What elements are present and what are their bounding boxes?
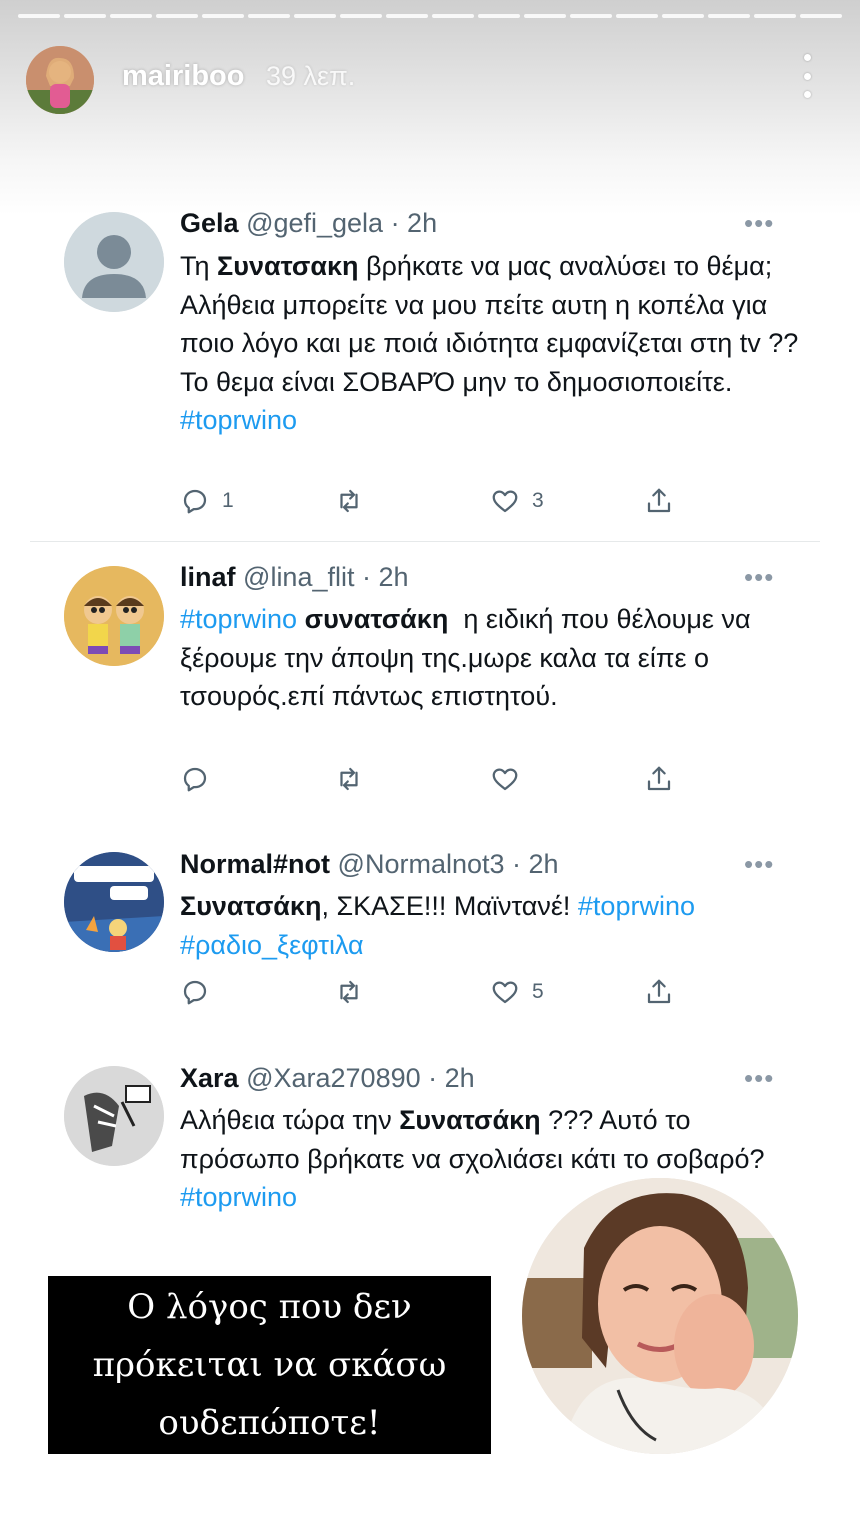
tweet-actions: 1 3 (180, 486, 700, 520)
retweet-button[interactable] (334, 486, 376, 516)
hashtag-link[interactable]: #toprwino (578, 891, 695, 921)
reply-icon (183, 489, 207, 514)
tweet-actions: 5 (180, 977, 700, 1011)
share-icon (647, 979, 671, 1004)
hashtag-link[interactable]: #ραδιο_ξεφτιλα (180, 930, 364, 960)
like-button[interactable]: 3 (490, 486, 544, 516)
more-icon[interactable]: ••• (744, 208, 774, 239)
progress-segment (754, 14, 796, 18)
more-icon[interactable]: ••• (744, 849, 774, 880)
progress-segment (294, 14, 336, 18)
reply-button[interactable]: 1 (180, 486, 234, 516)
retweet-icon (340, 980, 358, 1004)
progress-segment (616, 14, 658, 18)
story-username[interactable]: mairiboo (122, 60, 244, 93)
reply-button[interactable] (180, 977, 222, 1007)
retweet-button[interactable] (334, 764, 376, 794)
author-handle[interactable]: @Normalnot3 · 2h (338, 849, 559, 879)
bold-text: Συνατσάκη (399, 1105, 541, 1135)
reply-icon (183, 767, 207, 792)
progress-segment (18, 14, 60, 18)
retweet-icon (340, 767, 358, 791)
like-icon (492, 768, 518, 791)
tweet-text: Τη Συνατσακη βρήκατε να μας αναλύσει το … (180, 247, 800, 440)
progress-segment (340, 14, 382, 18)
bold-text: Συνατσάκη (180, 891, 322, 921)
tweet-header: linaf @lina_flit · 2h (180, 562, 409, 593)
caption-line: Ο λόγος που δεν (127, 1287, 412, 1327)
sketch-avatar[interactable] (64, 1066, 164, 1166)
progress-segment (156, 14, 198, 18)
share-button[interactable] (644, 764, 674, 794)
progress-segment (110, 14, 152, 18)
progress-segment (202, 14, 244, 18)
progress-segment (386, 14, 428, 18)
author-name[interactable]: Xara (180, 1063, 239, 1093)
story-caption: Ο λόγος που δεν πρόκειται να σκάσω ουδεπ… (48, 1276, 491, 1454)
retweet-button[interactable] (334, 977, 376, 1007)
progress-segment (432, 14, 474, 18)
share-icon (647, 766, 671, 791)
text-segment: Τη (180, 251, 218, 281)
progress-segment (662, 14, 704, 18)
like-count: 3 (532, 489, 544, 512)
author-handle[interactable]: @Xara270890 · 2h (246, 1063, 475, 1093)
reply-count: 1 (222, 489, 234, 512)
text-segment: Αλήθεια τώρα την (180, 1105, 400, 1135)
tweet-header: Xara @Xara270890 · 2h (180, 1063, 475, 1094)
tweet-actions (180, 764, 700, 798)
hashtag-link[interactable]: #toprwino (180, 1182, 297, 1212)
tweet-text: Συνατσάκη, ΣΚΑΣΕ!!! Μαϊντανέ! #toprwino #… (180, 887, 800, 964)
tweet-text: #toprwino συνατσάκη η ειδική που θέλουμε… (180, 600, 780, 716)
share-icon (647, 488, 671, 513)
story-progress-bars (18, 14, 842, 19)
caption-line: ουδεπώποτε! (158, 1403, 381, 1443)
progress-segment (570, 14, 612, 18)
hashtag-link[interactable]: #toprwino (180, 405, 297, 435)
progress-segment (800, 14, 842, 18)
progress-segment (708, 14, 750, 18)
progress-segment (248, 14, 290, 18)
like-button[interactable]: 5 (490, 977, 544, 1007)
reply-button[interactable] (180, 764, 222, 794)
share-button[interactable] (644, 977, 674, 1007)
story-header: mairiboo 39 λεπ. (0, 0, 860, 215)
tweet-header: Normal#not @Normalnot3 · 2h (180, 849, 559, 880)
share-button[interactable] (644, 486, 674, 516)
bold-text: Συνατσακη (217, 251, 359, 281)
hashtag-link[interactable]: #toprwino (180, 604, 297, 634)
more-icon[interactable] (794, 54, 820, 98)
progress-segment (524, 14, 566, 18)
author-handle[interactable]: @lina_flit · 2h (243, 562, 408, 592)
comic-avatar[interactable] (64, 852, 164, 952)
more-icon[interactable]: ••• (744, 1063, 774, 1094)
like-button[interactable] (490, 764, 532, 794)
like-icon (492, 490, 518, 513)
author-name[interactable]: linaf (180, 562, 236, 592)
reply-icon (183, 980, 207, 1005)
author-handle[interactable]: @gefi_gela · 2h (246, 208, 437, 238)
story-timestamp: 39 λεπ. (266, 61, 356, 91)
tweet-divider (30, 541, 820, 542)
like-icon (492, 981, 518, 1004)
story-avatar[interactable] (26, 46, 94, 114)
retweet-icon (340, 489, 358, 513)
default-avatar-icon[interactable] (64, 212, 164, 312)
author-name[interactable]: Gela (180, 208, 239, 238)
selfie-photo-sticker (522, 1178, 798, 1454)
text-segment: , ΣΚΑΣΕ!!! Μαϊντανέ! (321, 891, 578, 921)
like-count: 5 (532, 980, 544, 1003)
cartoon-avatar[interactable] (64, 566, 164, 666)
tweet-header: Gela @gefi_gela · 2h (180, 208, 437, 239)
author-name[interactable]: Normal#not (180, 849, 330, 879)
progress-segment (478, 14, 520, 18)
bold-text: συνατσάκη (304, 604, 449, 634)
caption-line: πρόκειται να σκάσω (92, 1345, 447, 1385)
progress-segment (64, 14, 106, 18)
more-icon[interactable]: ••• (744, 562, 774, 593)
